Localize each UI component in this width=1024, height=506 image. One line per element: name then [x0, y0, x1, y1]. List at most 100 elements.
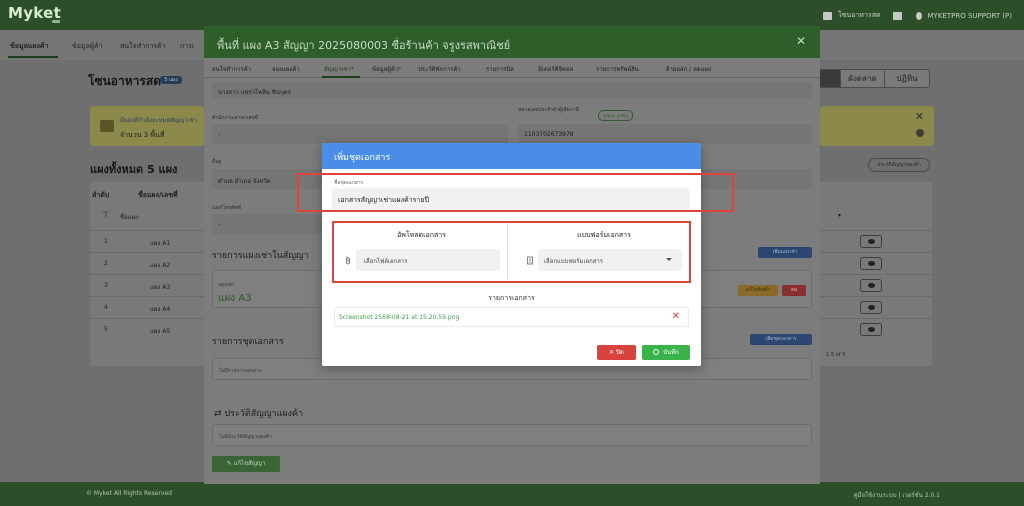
- save-button[interactable]: บันทึก: [642, 345, 690, 360]
- tab-contract[interactable]: สัญญาเช่า*: [324, 64, 354, 74]
- row-stall-name: แผง A1: [150, 240, 171, 247]
- delete-stall-button[interactable]: ลบ: [782, 285, 806, 296]
- page-title: โซนอาหารสด: [88, 74, 161, 88]
- row-stall-name: แผง A3: [150, 284, 171, 291]
- store-icon: [822, 11, 832, 20]
- tab-label: จองแผงค้า: [272, 66, 300, 73]
- history-empty-note: ไม่มีประวัติสัญญาแผงค้า: [219, 434, 272, 440]
- row-stall-name: แผง A4: [150, 306, 171, 313]
- expiry-banner: มีแผงที่กำลังจะหมดสัญญาเช่า จำนวน 3 พื้น…: [90, 106, 204, 146]
- address-label: ที่อยู่: [212, 159, 222, 165]
- add-document-set-button[interactable]: เพิ่มชุดเอกสาร: [750, 334, 812, 345]
- row-stall-name: แผง A5: [150, 328, 171, 335]
- filter-dropdown-caret[interactable]: ▾: [838, 212, 841, 219]
- tab-meter[interactable]: มิเตอร์ดิจิตอล: [538, 64, 573, 74]
- banner-count: จำนวน 3 พื้นที่: [120, 131, 165, 139]
- save-icon: [653, 349, 660, 355]
- home-icon[interactable]: [892, 11, 902, 20]
- office-field[interactable]: -: [212, 124, 508, 144]
- phone-label: เบอร์โทรศัพท์: [212, 205, 242, 211]
- tenant-name-field[interactable]: นางสาว แพรวไพลิน ชินบุตร: [212, 82, 812, 98]
- office-value: -: [218, 131, 221, 138]
- account-label[interactable]: MYKETPRO SUPPORT (P): [928, 12, 1012, 20]
- row-number: 4: [104, 304, 108, 311]
- zone-label[interactable]: โซนอาหารสด: [838, 10, 881, 21]
- page-tab-stall-info[interactable]: ข้อมูลแผงค้า: [10, 41, 49, 52]
- view-calendar-button[interactable]: ปฏิทิน: [885, 70, 929, 87]
- filter-stall-input[interactable]: ชื่อแผง: [120, 212, 138, 222]
- view-eye-button[interactable]: [860, 235, 882, 248]
- page-tab-vendor-info[interactable]: ข้อมูลผู้ค้า: [72, 41, 103, 52]
- page-tab-interested[interactable]: สนใจทำการค้า: [120, 41, 166, 52]
- tab-label: มิเตอร์ดิจิตอล: [538, 66, 574, 73]
- tab-label: รายการบิล: [486, 66, 514, 73]
- view-eye-button[interactable]: [860, 323, 882, 336]
- edit-contract-button[interactable]: ✎ แก้ไขสัญญา: [212, 456, 280, 472]
- user-icon: [915, 11, 922, 20]
- phone-field[interactable]: -: [212, 214, 322, 234]
- stalls-section-title: รายการแผงเช่าในสัญญา: [212, 251, 309, 261]
- page-tab-more[interactable]: การเ: [180, 41, 194, 52]
- tax-id-value: 1103702673978: [524, 131, 574, 138]
- history-section-label: ประวัติสัญญาแผงค้า: [224, 409, 304, 419]
- dialog-title: เพิ่มชุดเอกสาร: [334, 153, 391, 163]
- remove-file-icon[interactable]: ✕: [672, 311, 680, 322]
- tab-label: ข้อมูลผู้ค้า: [372, 66, 399, 73]
- stalls-heading: แผงทั้งหมด 5 แผง: [90, 163, 178, 176]
- row-number: 3: [104, 282, 108, 289]
- tab-suspension-history[interactable]: ประวัติพักการค้า: [418, 64, 461, 74]
- tab-bills[interactable]: รายการบิล: [486, 64, 514, 74]
- document-file-link[interactable]: Screenshot 2568-08-21 at 15.20.59.png: [339, 314, 459, 321]
- edit-contract-label: แก้ไขสัญญา: [233, 460, 266, 467]
- contract-modal-title: พื้นที่ แผง A3 สัญญา 2025080003 ชื่อร้าน…: [217, 39, 511, 52]
- swap-icon: ⇄: [214, 409, 225, 419]
- tax-id-label: หมายเลขประจำตัวผู้เสียภาษี: [518, 107, 579, 113]
- tab-label: ประวัติพักการค้า: [418, 66, 461, 73]
- tax-id-valid-badge: รูปแบบ ถูกต้อง: [598, 110, 634, 121]
- banner-message[interactable]: มีแผงที่กำลังจะหมดสัญญาเช่า: [120, 115, 197, 125]
- close-icon[interactable]: ✕: [796, 34, 806, 48]
- history-section-title: ⇄ ประวัติสัญญาแผงค้า: [214, 406, 303, 420]
- col-order[interactable]: ลำดับ: [92, 190, 109, 201]
- edit-icon: ✎: [226, 460, 234, 467]
- logo-accent: [52, 20, 60, 23]
- tab-label: สนใจทำการค้า: [212, 66, 252, 73]
- tab-move-out[interactable]: ย้ายออก / ลดแผง: [666, 64, 711, 74]
- footer: © Myket All Rights Reserved คู่มือใช้งาน…: [0, 482, 1024, 506]
- contract-modal-header: พื้นที่ แผง A3 สัญญา 2025080003 ชื่อร้าน…: [204, 26, 820, 58]
- stall-count-badge: 5 แผง: [160, 76, 182, 84]
- add-stall-button[interactable]: เพิ่มแผงเช่า: [758, 247, 812, 258]
- close-icon[interactable]: ✕: [915, 110, 924, 123]
- tenant-name: นางสาว แพรวไพลิน ชินบุตร: [218, 89, 291, 96]
- stall-name: แผง A3: [218, 293, 252, 304]
- tab-assets[interactable]: รายการทรัพย์สิน: [596, 64, 639, 74]
- active-tab-indicator: [8, 56, 58, 58]
- docs-section-title: รายการชุดเอกสาร: [212, 337, 284, 347]
- top-right-menu: โซนอาหารสด MYKETPRO SUPPORT (P): [822, 10, 1012, 21]
- filter-icon[interactable]: ⊤: [102, 211, 110, 221]
- footer-version[interactable]: คู่มือใช้งานระบบ | เวอร์ชั่น 2.0.1: [854, 490, 940, 500]
- tab-interested[interactable]: สนใจทำการค้า: [212, 64, 251, 74]
- tab-vendor[interactable]: ข้อมูลผู้ค้า*: [372, 64, 401, 74]
- view-map-button[interactable]: ผังตลาด: [841, 70, 885, 87]
- banner-right-panel: ✕: [820, 106, 934, 146]
- edit-goods-button[interactable]: แก้ไขสินค้า: [738, 285, 778, 296]
- list-item: Screenshot 2568-08-21 at 15.20.59.png ✕: [334, 307, 689, 327]
- copyright: © Myket All Rights Reserved: [86, 490, 172, 497]
- highlight-document-name: [297, 173, 734, 212]
- view-eye-button[interactable]: [860, 257, 882, 270]
- view-eye-button[interactable]: [860, 279, 882, 292]
- required-star: *: [350, 66, 354, 73]
- phone-value: -: [218, 221, 221, 228]
- tab-booking[interactable]: จองแผงค้า: [272, 64, 300, 74]
- tax-id-field[interactable]: 1103702673978: [518, 124, 812, 144]
- contract-tabs: สนใจทำการค้า จองแผงค้า สัญญาเช่า* ข้อมูล…: [204, 58, 820, 78]
- stall-label: แผงเช่า: [218, 282, 235, 288]
- gear-icon[interactable]: [916, 129, 924, 137]
- close-button[interactable]: ✕ ปิด: [597, 345, 636, 360]
- contract-history-button[interactable]: ประวัติสัญญาแผงค้า: [868, 158, 930, 172]
- view-eye-button[interactable]: [860, 301, 882, 314]
- col-stall-name[interactable]: ชื่อแผง/เลขที่: [138, 190, 178, 201]
- pagination-label: 1-5 of 5: [826, 352, 846, 358]
- docs-empty-note: ไม่มีรายการเอกสาร: [219, 368, 262, 374]
